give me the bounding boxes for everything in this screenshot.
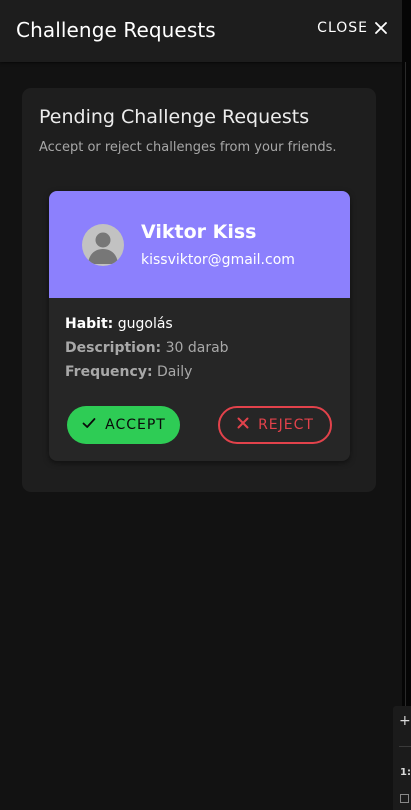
habit-row: Habit: gugolás (65, 312, 229, 336)
window-edge (402, 0, 411, 810)
pending-requests-panel: Pending Challenge Requests Accept or rej… (22, 88, 376, 492)
description-value: 30 darab (165, 340, 229, 356)
close-icon (236, 416, 250, 434)
plus-icon[interactable]: + (399, 714, 411, 728)
close-button-label: CLOSE (317, 20, 368, 36)
check-icon (81, 415, 97, 435)
divider (399, 746, 411, 747)
scrollbar-track (405, 62, 406, 810)
frequency-value: Daily (157, 364, 193, 380)
dev-tools-overlay: + 1: (393, 706, 411, 810)
description-row: Description: 30 darab (65, 336, 229, 360)
top-app-bar: Challenge Requests CLOSE (0, 0, 402, 62)
reject-button[interactable]: REJECT (218, 406, 332, 444)
description-label: Description: (65, 340, 162, 356)
habit-label: Habit: (65, 316, 114, 332)
person-icon (88, 232, 118, 264)
requester-name: Viktor Kiss (141, 221, 257, 243)
challenge-request-card: Viktor Kiss kissviktor@gmail.com Habit: … (49, 191, 350, 461)
frequency-label: Frequency: (65, 364, 153, 380)
accept-button-label: ACCEPT (105, 417, 166, 433)
close-icon (374, 21, 388, 35)
frequency-row: Frequency: Daily (65, 360, 229, 384)
frame-icon[interactable] (400, 794, 409, 803)
habit-value: gugolás (117, 316, 173, 332)
challenge-details: Habit: gugolás Description: 30 darab Fre… (65, 312, 229, 384)
zoom-readout: 1: (400, 767, 411, 778)
panel-subtitle: Accept or reject challenges from your fr… (39, 140, 337, 155)
app-window: Challenge Requests CLOSE Pending Challen… (0, 0, 411, 810)
requester-email: kissviktor@gmail.com (141, 252, 295, 268)
avatar (82, 224, 124, 266)
reject-button-label: REJECT (258, 417, 314, 433)
close-button[interactable]: CLOSE (317, 20, 388, 36)
panel-title: Pending Challenge Requests (39, 106, 310, 128)
accept-button[interactable]: ACCEPT (67, 406, 180, 444)
page-title: Challenge Requests (16, 18, 216, 42)
card-header: Viktor Kiss kissviktor@gmail.com (49, 191, 350, 298)
